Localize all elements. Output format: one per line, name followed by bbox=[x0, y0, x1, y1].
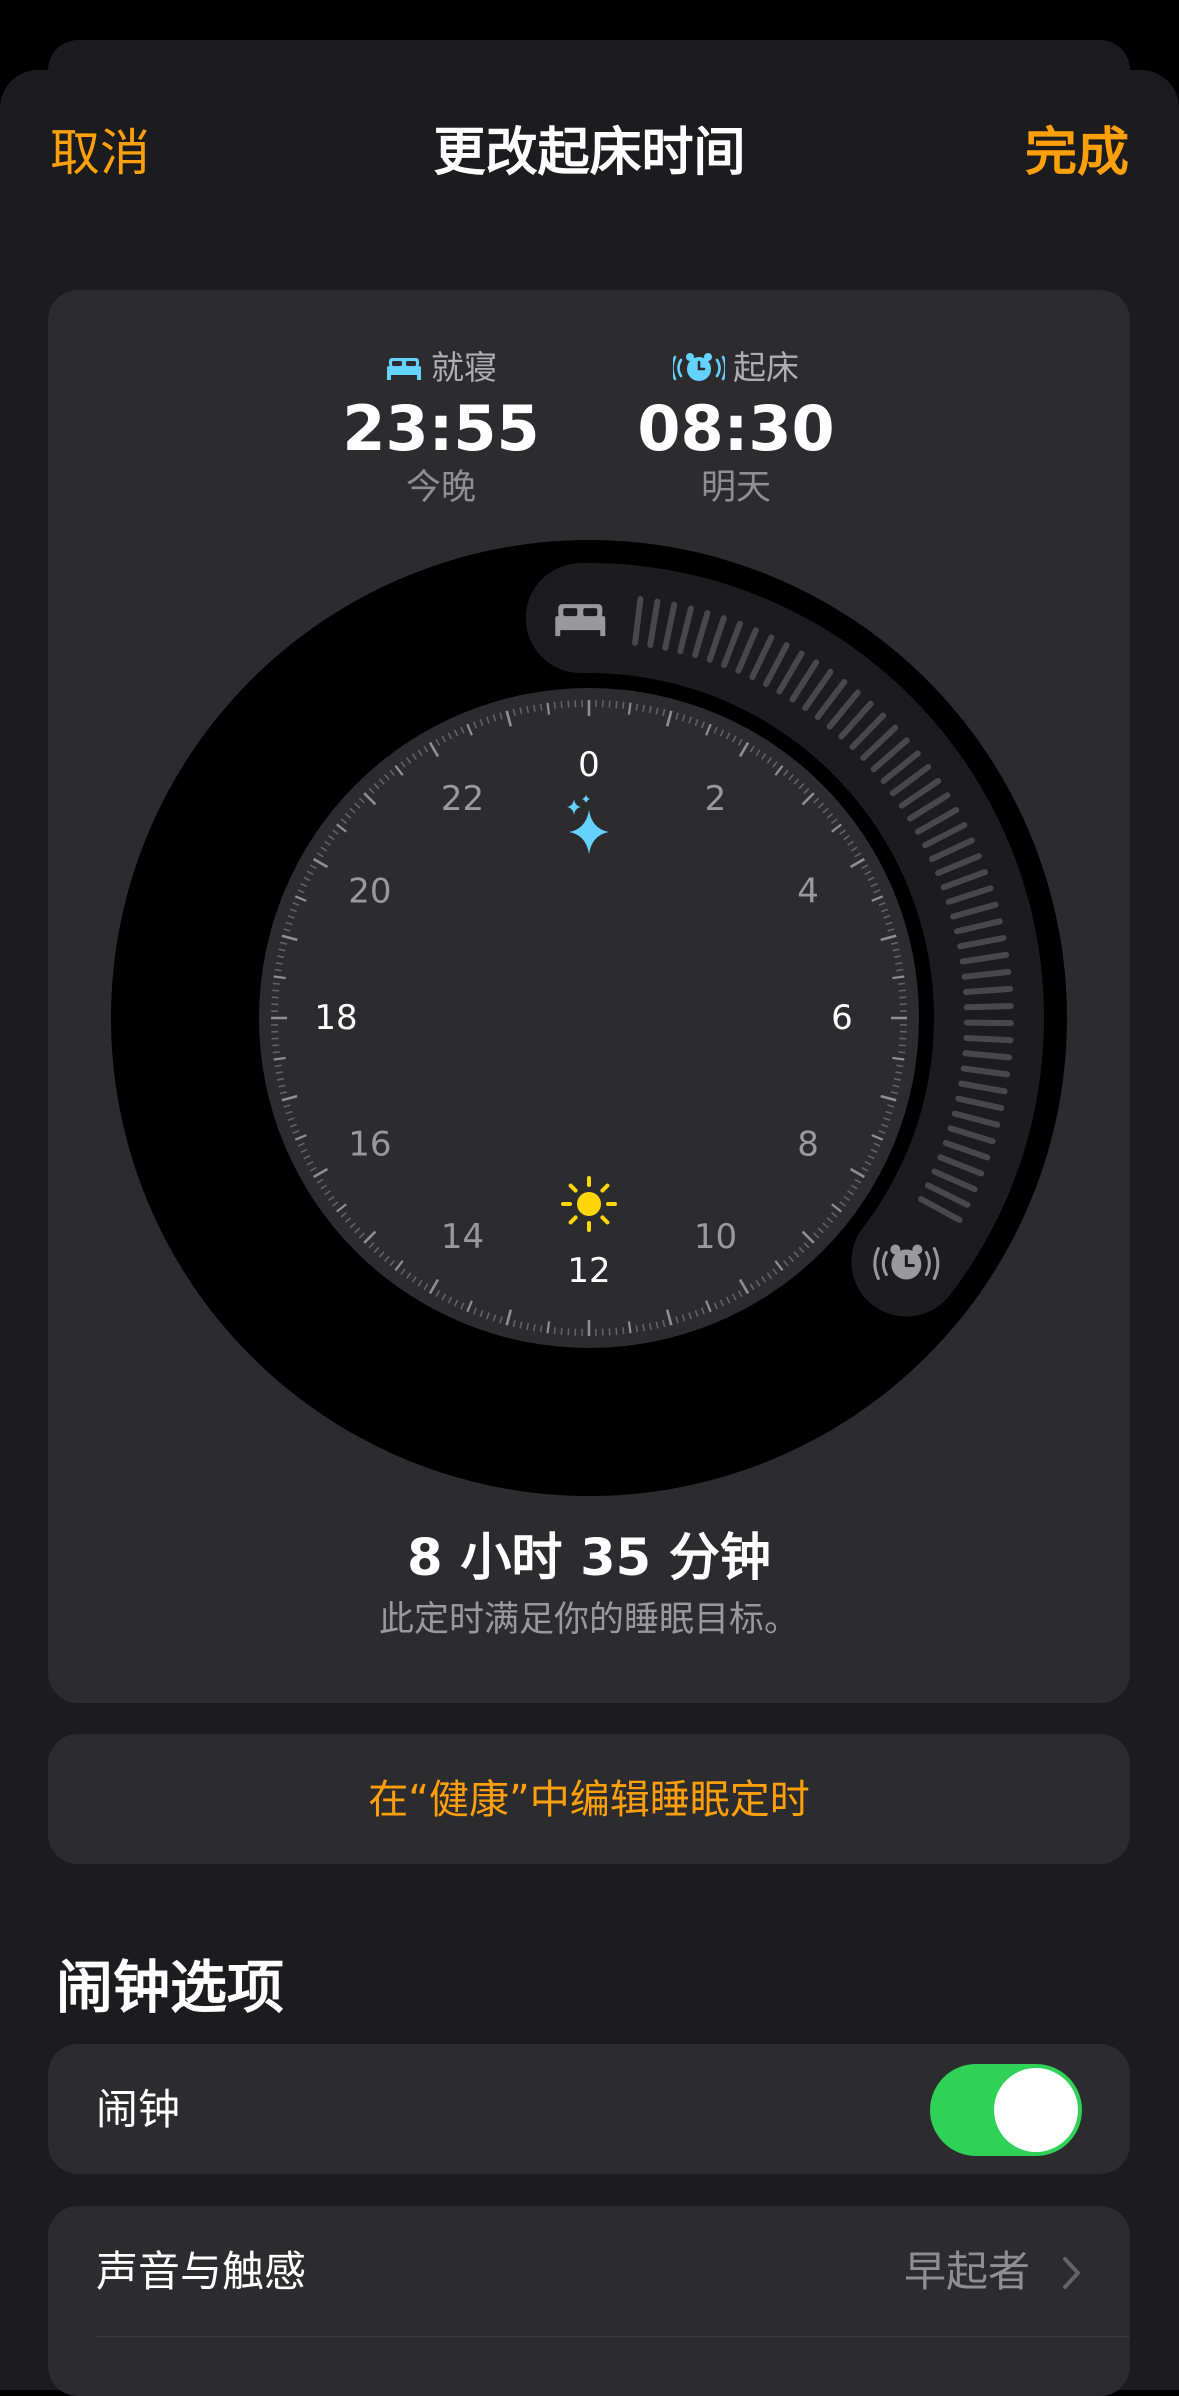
arc-tick bbox=[967, 1023, 1011, 1024]
dial-tick bbox=[274, 976, 286, 978]
dial-tick bbox=[636, 704, 637, 711]
dial-tick bbox=[623, 702, 624, 709]
dial-face bbox=[259, 688, 919, 1348]
dial-tick bbox=[274, 1058, 286, 1060]
dial-hour-label: 2 bbox=[705, 779, 727, 819]
dial-tick bbox=[554, 702, 555, 709]
dial-tick bbox=[616, 1328, 617, 1335]
arc-tick bbox=[965, 1053, 1009, 1057]
dial-hour-label: 12 bbox=[567, 1251, 610, 1291]
dial-tick bbox=[616, 701, 617, 708]
sleep-schedule-card: 就寝 23:55 今晚 起床 08:30 明天 bbox=[48, 290, 1130, 1703]
dial-hour-label: 18 bbox=[314, 998, 357, 1038]
dial-hour-label: 4 bbox=[797, 872, 819, 912]
page-title: 更改起床时间 bbox=[0, 122, 1179, 184]
dial-tick bbox=[896, 1065, 903, 1066]
sleep-dial[interactable]: 0 2 4 6 8 10 12 14 16 18 20 22 bbox=[48, 290, 1130, 1540]
row-divider bbox=[96, 2336, 1130, 2337]
dial-hour-label: 8 bbox=[797, 1125, 819, 1165]
dial-tick bbox=[541, 704, 542, 711]
dial-tick bbox=[892, 1058, 904, 1060]
sound-value: 早起者 bbox=[904, 2248, 1030, 2296]
dial-tick bbox=[541, 1325, 542, 1332]
dial-tick bbox=[273, 1052, 280, 1053]
dial-hour-label: 6 bbox=[831, 998, 853, 1038]
dial-tick bbox=[272, 990, 279, 991]
chevron-right-icon bbox=[1062, 2256, 1082, 2290]
done-button[interactable]: 完成 bbox=[1025, 123, 1129, 183]
dial-hour-label: 0 bbox=[578, 745, 600, 785]
sleep-duration: 8 小时 35 分钟 bbox=[48, 1529, 1130, 1589]
dial-hour-label: 16 bbox=[348, 1125, 391, 1165]
dial-tick bbox=[273, 983, 280, 984]
dial-tick bbox=[561, 701, 562, 708]
arc-tick bbox=[967, 1006, 1011, 1007]
dial-tick bbox=[892, 976, 904, 978]
arc-tick bbox=[966, 989, 1010, 992]
dial-hour-label: 10 bbox=[694, 1217, 737, 1257]
alarm-row: 闹钟 bbox=[48, 2044, 1130, 2174]
sound-haptics-label: 声音与触感 bbox=[96, 2248, 306, 2296]
dial-tick bbox=[275, 970, 282, 971]
dial-tick bbox=[896, 970, 903, 971]
dial-tick bbox=[561, 1328, 562, 1335]
dial-tick bbox=[547, 1321, 549, 1333]
dial-hour-label: 22 bbox=[441, 779, 484, 819]
dial-tick bbox=[554, 1327, 555, 1334]
sun-icon bbox=[563, 1178, 615, 1230]
dial-tick bbox=[629, 703, 631, 715]
dial-tick bbox=[899, 1045, 906, 1046]
dial-tick bbox=[275, 1065, 282, 1066]
dial-tick bbox=[547, 703, 549, 715]
arc-tick bbox=[966, 1038, 1010, 1040]
dial-hour-label: 14 bbox=[441, 1217, 484, 1257]
dial-tick bbox=[898, 983, 905, 984]
alarm-label: 闹钟 bbox=[96, 2086, 180, 2134]
alarm-toggle[interactable] bbox=[930, 2064, 1082, 2156]
sound-haptics-row[interactable]: 声音与触感 早起者 bbox=[48, 2206, 1130, 2396]
toggle-knob bbox=[994, 2068, 1078, 2152]
dial-tick bbox=[899, 990, 906, 991]
edit-in-health-button[interactable]: 在“健康”中编辑睡眠定时 bbox=[48, 1734, 1130, 1864]
dial-tick bbox=[629, 1321, 631, 1333]
alarm-options-heading: 闹钟选项 bbox=[56, 1955, 284, 2021]
dial-hour-label: 20 bbox=[348, 872, 391, 912]
dial-tick bbox=[636, 1325, 637, 1332]
dial-tick bbox=[898, 1052, 905, 1053]
sleep-goal-note: 此定时满足你的睡眠目标。 bbox=[48, 1599, 1130, 1641]
dial-tick bbox=[272, 1045, 279, 1046]
dial-tick bbox=[623, 1327, 624, 1334]
edit-in-health-label: 在“健康”中编辑睡眠定时 bbox=[48, 1778, 1130, 1822]
